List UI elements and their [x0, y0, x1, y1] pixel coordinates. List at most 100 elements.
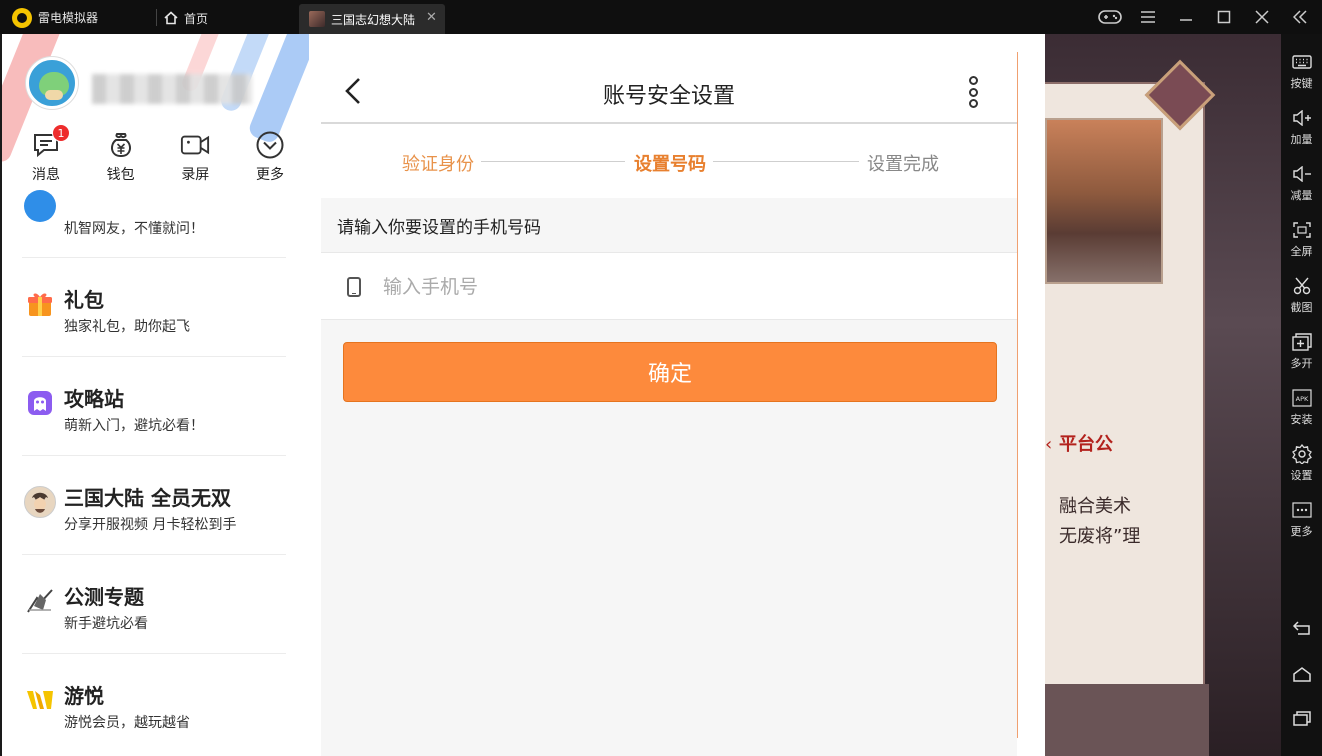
- volume-up-icon: [1291, 108, 1313, 128]
- sidebar-header: 1 消息 钱包 录屏 更多: [2, 34, 309, 200]
- android-home-button[interactable]: [1281, 666, 1322, 682]
- divider: [156, 9, 157, 26]
- sidebar-item-subtitle: 独家礼包，助你起飞: [64, 319, 190, 335]
- sidebar-item-title: 攻略站: [64, 387, 124, 411]
- home-icon: [1292, 667, 1311, 682]
- phone-icon: [347, 277, 361, 297]
- maximize-icon[interactable]: [1212, 6, 1236, 28]
- game-notice-heading: 平台公: [1059, 434, 1113, 455]
- multi-instance-icon: [1291, 332, 1313, 352]
- more-button[interactable]: 更多: [246, 130, 294, 184]
- sidebar-item-beta[interactable]: 公测专题 新手避坑必看: [22, 555, 286, 654]
- game-avatar-icon: [24, 486, 56, 518]
- record-label: 录屏: [181, 167, 210, 183]
- more-circle-icon: [255, 130, 285, 160]
- sidebar-item-qa[interactable]: 机智网友，不懂就问！: [22, 190, 286, 258]
- more-tools-button[interactable]: 更多: [1281, 500, 1322, 539]
- sidebar-item-title: 游悦: [64, 684, 104, 708]
- unread-badge: 1: [52, 124, 70, 142]
- sidebar-item-subtitle: 萌新入门，避坑必看！: [64, 418, 204, 434]
- tool-label: 加量: [1290, 133, 1313, 146]
- avatar[interactable]: [26, 57, 78, 109]
- apk-install-icon: APK: [1291, 388, 1313, 408]
- svg-text:APK: APK: [1295, 395, 1308, 403]
- game-notice-line: 无废将”理: [1059, 526, 1141, 547]
- sidebar-item-title: 三国大陆 全员无双: [64, 486, 231, 510]
- keyboard-button[interactable]: 按键: [1281, 52, 1322, 91]
- page-title: 账号安全设置: [602, 84, 735, 109]
- game-tab-icon: [309, 11, 325, 27]
- app-name: 雷电模拟器: [38, 11, 99, 25]
- sidebar: 1 消息 钱包 录屏 更多 机智网友，不懂就问！ 礼包 独家礼包，助你起飞 攻略…: [2, 34, 309, 756]
- warrior-icon: [24, 585, 56, 617]
- more-options-button[interactable]: [961, 72, 985, 112]
- close-tab-icon[interactable]: ✕: [426, 10, 437, 25]
- phone-input[interactable]: [383, 269, 983, 305]
- home-icon: [164, 11, 178, 25]
- install-apk-button[interactable]: APK 安装: [1281, 388, 1322, 427]
- record-button[interactable]: 录屏: [171, 130, 219, 184]
- volume-down-button[interactable]: 减量: [1281, 164, 1322, 203]
- game-notice-card: ‹ 平台公 融合美术 无废将”理: [1037, 82, 1205, 700]
- step-indicator: 验证身份 设置号码 设置完成: [321, 124, 1017, 198]
- step-verify-identity: 验证身份: [402, 154, 474, 175]
- sidebar-item-guide[interactable]: 攻略站 萌新入门，避坑必看！: [22, 357, 286, 456]
- sidebar-item-title: 礼包: [64, 288, 104, 312]
- tool-label: 减量: [1290, 189, 1313, 202]
- account-security-panel: 账号安全设置 验证身份 设置号码 设置完成 请输入你要设置的手机号码 输入手机号…: [309, 34, 1045, 756]
- sidebar-item-subtitle: 游悦会员，越玩越省: [64, 715, 190, 731]
- wallet-icon: [106, 130, 136, 160]
- wallet-label: 钱包: [106, 167, 135, 183]
- tab-home[interactable]: 首页: [164, 8, 208, 28]
- username-redacted: [92, 74, 252, 104]
- multi-instance-button[interactable]: 多开: [1281, 332, 1322, 371]
- android-back-button[interactable]: [1281, 620, 1322, 636]
- screenshot-button[interactable]: 截图: [1281, 276, 1322, 315]
- dot: [968, 76, 978, 85]
- collapse-sidebar-icon[interactable]: [1288, 6, 1312, 28]
- crown-icon: [24, 684, 56, 716]
- minimize-icon[interactable]: [1174, 6, 1198, 28]
- title-bar: 雷电模拟器 首页 三国志幻想大陆 ✕: [0, 0, 1322, 34]
- sidebar-item-member[interactable]: 游悦 游悦会员，越玩越省: [22, 654, 286, 753]
- qa-icon: [24, 190, 56, 222]
- menu-icon[interactable]: [1136, 6, 1160, 28]
- gamepad-icon[interactable]: [1098, 6, 1122, 28]
- fullscreen-button[interactable]: 全屏: [1281, 220, 1322, 259]
- settings-button[interactable]: 设置: [1281, 444, 1322, 483]
- wallet-button[interactable]: 钱包: [97, 130, 145, 184]
- form-area: 请输入你要设置的手机号码 确定: [321, 198, 1017, 756]
- sidebar-item-subtitle: 分享开服视频 月卡轻松到手: [64, 517, 237, 533]
- sidebar-item-subtitle: 新手避坑必看: [64, 616, 148, 632]
- sidebar-item-gift[interactable]: 礼包 独家礼包，助你起飞: [22, 258, 286, 357]
- gift-icon: [24, 288, 56, 320]
- record-icon: [180, 130, 210, 160]
- more-label: 更多: [255, 167, 284, 183]
- confirm-button[interactable]: 确定: [343, 342, 997, 402]
- step-connector: [713, 161, 859, 162]
- game-prev-arrow[interactable]: ‹: [1045, 434, 1052, 455]
- volume-up-button[interactable]: 加量: [1281, 108, 1322, 147]
- messages-button[interactable]: 1 消息: [22, 124, 70, 184]
- messages-label: 消息: [32, 167, 60, 183]
- step-set-number: 设置号码: [634, 154, 706, 175]
- tool-label: 截图: [1290, 301, 1313, 314]
- form-prompt: 请输入你要设置的手机号码: [337, 218, 541, 238]
- android-recents-button[interactable]: [1281, 710, 1322, 726]
- recents-icon: [1292, 711, 1311, 726]
- sidebar-item-game[interactable]: 三国大陆 全员无双 分享开服视频 月卡轻松到手: [22, 456, 286, 555]
- tab-home-label: 首页: [184, 11, 209, 26]
- tab-game-label: 三国志幻想大陆: [331, 13, 416, 27]
- close-window-icon[interactable]: [1250, 6, 1274, 28]
- panel-edge: [1017, 52, 1018, 738]
- more-dots-icon: [1291, 500, 1313, 520]
- keyboard-icon: [1291, 52, 1313, 72]
- sidebar-menu: 机智网友，不懂就问！ 礼包 独家礼包，助你起飞 攻略站 萌新入门，避坑必看！ 三…: [22, 190, 286, 753]
- settings-gear-icon: [1291, 444, 1313, 464]
- tab-game[interactable]: 三国志幻想大陆 ✕: [299, 4, 445, 34]
- game-notice-line: 融合美术: [1059, 496, 1131, 517]
- sidebar-item-title: 公测专题: [64, 585, 144, 609]
- emulator-screen: ‹ 平台公 融合美术 无废将”理 账号安全设置 验证身份 设置号码 设置完成 请…: [309, 34, 1281, 756]
- tool-label: 设置: [1290, 469, 1313, 482]
- nav-bar: 账号安全设置: [321, 64, 1017, 124]
